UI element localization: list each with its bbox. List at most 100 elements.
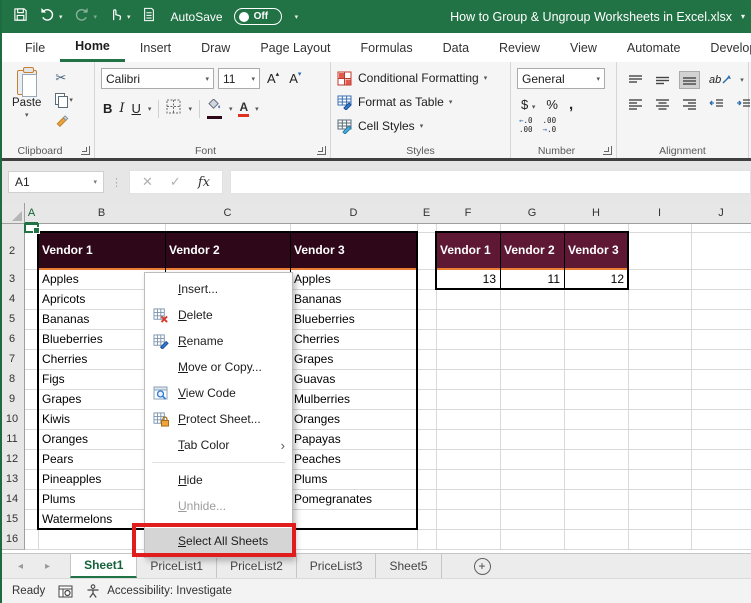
decrease-indent-button[interactable]: [706, 95, 727, 113]
cut-button[interactable]: ✂: [55, 69, 73, 86]
cell-F15[interactable]: [436, 509, 501, 530]
cell-A8[interactable]: [25, 369, 39, 390]
cell-H3[interactable]: 12: [564, 269, 629, 290]
cell-F6[interactable]: [436, 329, 501, 350]
column-header-F[interactable]: F: [436, 203, 501, 224]
name-box-dropdown-icon[interactable]: ▾: [93, 178, 97, 186]
underline-dropdown-icon[interactable]: ▾: [148, 105, 152, 113]
cell-H2[interactable]: Vendor 3: [564, 232, 629, 270]
cell-E16[interactable]: [417, 529, 437, 550]
decrease-decimal-button[interactable]: .00→.0: [543, 117, 557, 134]
cell-G14[interactable]: [500, 489, 565, 510]
increase-font-size-button[interactable]: A▴: [264, 71, 282, 86]
cell-E10[interactable]: [417, 409, 437, 430]
quick-print-icon[interactable]: [142, 7, 156, 27]
middle-align-button[interactable]: [652, 71, 673, 89]
cell-J13[interactable]: [691, 469, 751, 490]
menu-item-tab-color[interactable]: Tab Color›: [145, 432, 292, 458]
font-name-select[interactable]: Calibri▾: [101, 68, 214, 89]
cell-E15[interactable]: [417, 509, 437, 530]
cell-E9[interactable]: [417, 389, 437, 410]
column-header-J[interactable]: J: [691, 203, 751, 224]
cell-E11[interactable]: [417, 429, 437, 450]
row-header-13[interactable]: 13: [0, 469, 25, 490]
cell-H15[interactable]: [564, 509, 629, 530]
row-header-6[interactable]: 6: [0, 329, 25, 350]
font-size-select[interactable]: 11▾: [218, 68, 260, 89]
menu-item-insert[interactable]: Insert...: [145, 276, 292, 302]
undo-icon[interactable]: [39, 7, 55, 27]
menu-item-rename[interactable]: Rename: [145, 328, 292, 354]
cell-F5[interactable]: [436, 309, 501, 330]
cell-G7[interactable]: [500, 349, 565, 370]
cell-G12[interactable]: [500, 449, 565, 470]
cell-styles-button[interactable]: Cell Styles▾: [337, 116, 504, 136]
fill-color-button[interactable]: [207, 98, 222, 119]
cell-G4[interactable]: [500, 289, 565, 310]
cell-A9[interactable]: [25, 389, 39, 410]
tab-home[interactable]: Home: [60, 33, 125, 62]
cell-H14[interactable]: [564, 489, 629, 510]
cell-D12[interactable]: Peaches: [290, 449, 418, 470]
cell-D7[interactable]: Grapes: [290, 349, 418, 370]
menu-item-move-or-copy[interactable]: Move or Copy...: [145, 354, 292, 380]
cell-I4[interactable]: [628, 289, 692, 310]
cell-A13[interactable]: [25, 469, 39, 490]
undo-dropdown-icon[interactable]: ▾: [59, 13, 63, 21]
column-header-E[interactable]: E: [417, 203, 437, 224]
cell-D5[interactable]: Blueberries: [290, 309, 418, 330]
row-header-16[interactable]: 16: [0, 529, 25, 550]
paste-button[interactable]: Paste ▾: [6, 68, 47, 142]
row-header-10[interactable]: 10: [0, 409, 25, 430]
orientation-button[interactable]: ab: [706, 71, 734, 89]
cell-E6[interactable]: [417, 329, 437, 350]
cell-F4[interactable]: [436, 289, 501, 310]
cell-D11[interactable]: Papayas: [290, 429, 418, 450]
cell-F13[interactable]: [436, 469, 501, 490]
row-header-14[interactable]: 14: [0, 489, 25, 510]
save-icon[interactable]: [13, 7, 28, 27]
enter-icon[interactable]: ✓: [170, 174, 181, 190]
center-button[interactable]: [652, 95, 673, 113]
next-sheet-icon[interactable]: ▸: [45, 561, 50, 572]
prev-sheet-icon[interactable]: ◂: [18, 561, 23, 572]
underline-button[interactable]: U: [132, 101, 141, 116]
number-dialog-launcher[interactable]: [603, 146, 612, 155]
cell-J3[interactable]: [691, 269, 751, 290]
qat-customize-icon[interactable]: ▾: [295, 13, 299, 21]
tab-insert[interactable]: Insert: [125, 33, 186, 62]
cell-H7[interactable]: [564, 349, 629, 370]
column-header-H[interactable]: H: [564, 203, 629, 224]
cell-A7[interactable]: [25, 349, 39, 370]
cell-A16[interactable]: [25, 529, 39, 550]
cell-H10[interactable]: [564, 409, 629, 430]
touch-mode-icon[interactable]: [108, 7, 123, 27]
cell-F3[interactable]: 13: [436, 269, 501, 290]
format-painter-button[interactable]: [55, 113, 73, 130]
cell-J4[interactable]: [691, 289, 751, 310]
cell-E2[interactable]: [417, 232, 437, 270]
column-header-G[interactable]: G: [500, 203, 565, 224]
redo-icon[interactable]: [74, 7, 90, 27]
cell-D3[interactable]: Apples: [290, 269, 418, 290]
cell-H8[interactable]: [564, 369, 629, 390]
cell-H4[interactable]: [564, 289, 629, 310]
tab-view[interactable]: View: [555, 33, 612, 62]
increase-decimal-button[interactable]: ←.0.00: [519, 117, 533, 134]
row-header-15[interactable]: 15: [0, 509, 25, 530]
cell-A2[interactable]: [25, 232, 39, 270]
macro-record-icon[interactable]: [58, 585, 73, 598]
tab-data[interactable]: Data: [428, 33, 484, 62]
cell-G16[interactable]: [500, 529, 565, 550]
menu-item-protect-sheet[interactable]: Protect Sheet...: [145, 406, 292, 432]
insert-function-icon[interactable]: fx: [198, 175, 210, 190]
copy-button[interactable]: ▾: [55, 91, 73, 108]
cell-G9[interactable]: [500, 389, 565, 410]
percent-style-button[interactable]: %: [546, 97, 558, 112]
tab-automate[interactable]: Automate: [612, 33, 696, 62]
font-dialog-launcher[interactable]: [317, 146, 326, 155]
cell-D10[interactable]: Oranges: [290, 409, 418, 430]
cell-H12[interactable]: [564, 449, 629, 470]
cell-F10[interactable]: [436, 409, 501, 430]
cell-E4[interactable]: [417, 289, 437, 310]
